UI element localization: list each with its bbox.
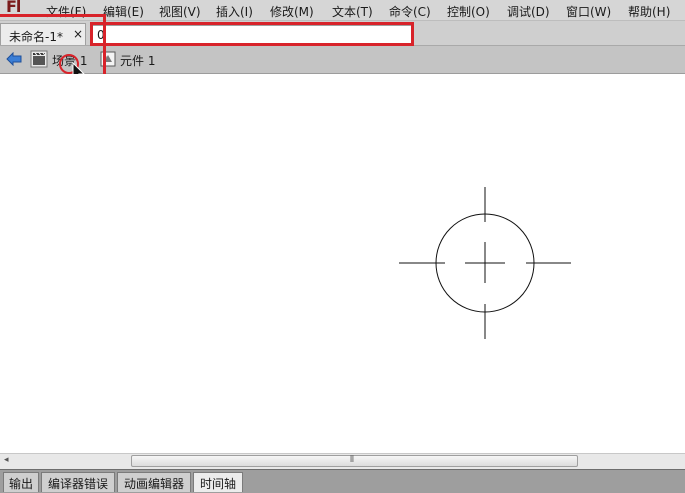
menu-view[interactable]: 视图(V) <box>159 3 201 20</box>
menu-window[interactable]: 窗口(W) <box>566 3 611 20</box>
menu-control[interactable]: 控制(O) <box>447 3 490 20</box>
menu-commands[interactable]: 命令(C) <box>389 3 431 20</box>
menu-modify[interactable]: 修改(M) <box>270 3 314 20</box>
scroll-left-icon[interactable]: ◂ <box>4 455 9 465</box>
menu-edit[interactable]: 编辑(E) <box>103 3 144 20</box>
crosshair-registration-icon <box>399 187 571 339</box>
tab-compiler-errors[interactable]: 编译器错误 <box>41 472 115 492</box>
grip-icon: ⦀ <box>350 455 354 465</box>
menu-debug[interactable]: 调试(D) <box>507 3 550 20</box>
tab-output[interactable]: 输出 <box>3 472 39 492</box>
menu-text[interactable]: 文本(T) <box>332 3 373 20</box>
stage-canvas[interactable] <box>0 74 685 453</box>
tab-motion-editor[interactable]: 动画编辑器 <box>117 472 191 492</box>
menu-help[interactable]: 帮助(H) <box>628 3 670 20</box>
scrollbar-thumb[interactable]: ⦀ <box>131 455 578 467</box>
menu-insert[interactable]: 插入(I) <box>216 3 253 20</box>
horizontal-scrollbar[interactable]: ◂ ⦀ <box>0 453 685 469</box>
annotation-highlight-box <box>90 22 414 46</box>
panel-tab-bar: 输出 编译器错误 动画编辑器 时间轴 <box>0 469 685 493</box>
tab-timeline[interactable]: 时间轴 <box>193 472 243 492</box>
symbol-breadcrumb[interactable]: 元件 1 <box>120 52 155 69</box>
